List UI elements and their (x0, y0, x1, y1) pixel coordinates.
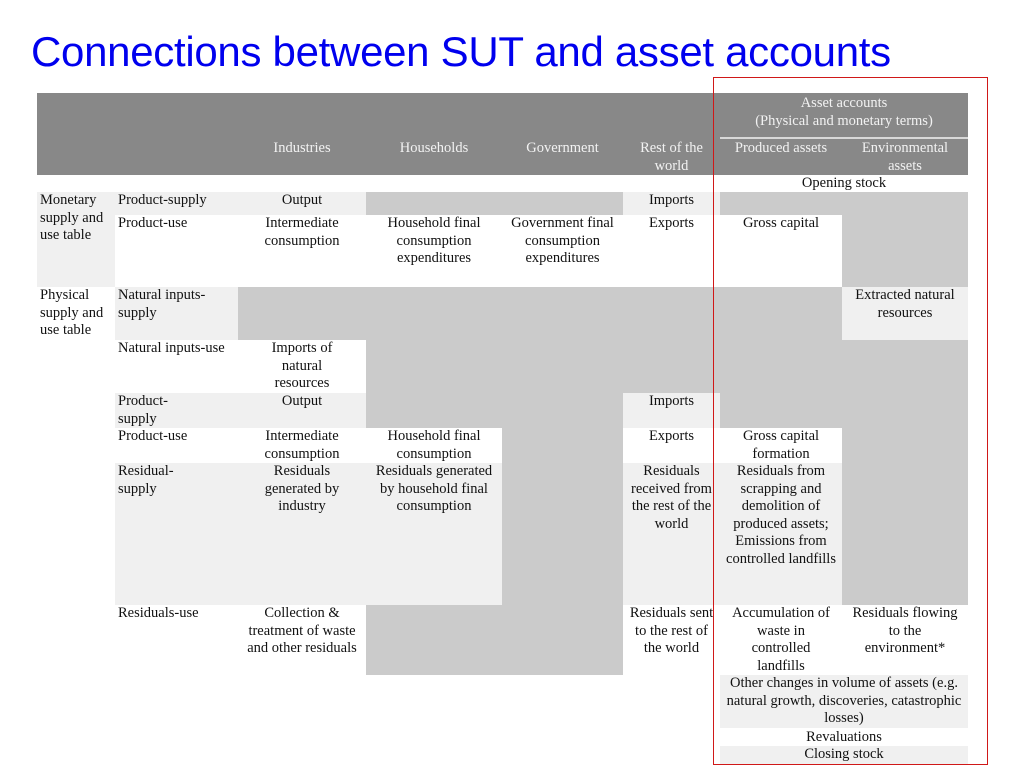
cell-p-supply-industries: Output (238, 393, 366, 428)
shaded-cell (502, 463, 623, 605)
shaded-cell (366, 340, 968, 393)
cell-accumulation-waste: Accumulation of waste in controlled land… (720, 605, 842, 675)
cell-p-use-households: Household final consumption (366, 428, 502, 463)
header-produced-assets: Produced assets (720, 140, 842, 158)
opening-stock: Opening stock (720, 175, 968, 192)
shaded-cell (720, 393, 968, 428)
shaded-cell (366, 192, 623, 215)
asset-accounts-label: Asset accounts (800, 95, 888, 111)
cell-p-supply-row: Imports (623, 393, 720, 428)
cell-p-use-industries: Intermediate consumption (244, 428, 360, 463)
slide-title: Connections between SUT and asset accoun… (31, 28, 891, 75)
cell-collection-treatment: Collection & treatment of waste and othe… (238, 605, 366, 675)
revaluations: Revaluations (720, 729, 968, 746)
cell-residuals-to-environment: Residuals flowing to the environment* (842, 605, 968, 675)
row-label-residual-supply: Residual-supply (115, 463, 238, 605)
header-rest-of-world: Rest of the world (623, 140, 720, 176)
cell-m-supply-row: Imports (623, 192, 720, 215)
row-label-p-product-use: Product-use (115, 428, 238, 463)
row-label-p-product-supply: Product-supply (115, 393, 238, 428)
group-physical-sut: Physical supply and use table (40, 287, 104, 339)
row-label-m-product-supply: Product-supply (115, 192, 238, 215)
shaded-cell (720, 192, 968, 215)
row-label-m-product-use: Product-use (115, 215, 238, 287)
shaded-cell (842, 428, 968, 463)
cell-residuals-scrapping: Residuals from scrapping and demolition … (720, 463, 842, 605)
cell-p-use-produced: Gross capital formation (720, 428, 842, 463)
other-changes-volume: Other changes in volume of assets (e.g. … (720, 675, 968, 728)
group-monetary-sut: Monetary supply and use table (40, 192, 104, 244)
shaded-cell (842, 215, 968, 287)
cell-extracted-natural-resources: Extracted natural resources (842, 287, 968, 340)
cell-imports-natural-resources: Imports of natural resources (238, 340, 366, 393)
row-label-natural-inputs-supply: Natural inputs-supply (115, 287, 238, 340)
cell-m-use-government: Government final consumption expenditure… (508, 215, 617, 287)
header-industries: Industries (238, 140, 366, 158)
header-households: Households (366, 140, 502, 158)
row-label-natural-inputs-use: Natural inputs-use (115, 340, 238, 393)
shaded-cell (842, 463, 968, 605)
cell-residuals-received-row: Residuals received from the rest of the … (623, 463, 720, 605)
shaded-cell (366, 393, 623, 428)
cell-m-use-households: Household final consumption expenditures (370, 215, 498, 287)
cell-residuals-households: Residuals generated by household final c… (366, 463, 502, 605)
shaded-cell (502, 428, 623, 463)
header-asset-accounts: Asset accounts (Physical and monetary te… (720, 95, 968, 131)
shaded-cell (238, 287, 842, 340)
closing-stock: Closing stock (720, 746, 968, 764)
cell-m-use-produced: Gross capital (720, 215, 842, 287)
shaded-cell (366, 605, 623, 675)
cell-m-supply-industries: Output (238, 192, 366, 215)
cell-residuals-sent-row: Residuals sent to the rest of the world (623, 605, 720, 675)
row-label-residuals-use: Residuals-use (115, 605, 238, 675)
cell-m-use-row: Exports (623, 215, 720, 287)
cell-m-use-industries: Intermediate consumption (244, 215, 360, 287)
cell-residuals-industry: Residuals generated by industry (238, 463, 366, 605)
header-environmental-assets: Environmental assets (842, 140, 968, 176)
asset-accounts-terms: (Physical and monetary terms) (755, 112, 933, 129)
header-government: Government (502, 140, 623, 158)
header-divider (720, 137, 968, 139)
cell-p-use-row: Exports (623, 428, 720, 463)
